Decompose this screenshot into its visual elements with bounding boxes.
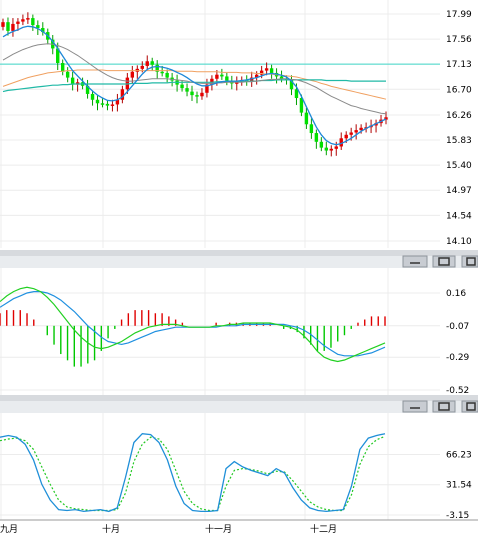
macd-dea-line [0, 291, 386, 357]
candle-body [324, 147, 329, 151]
candle-body [150, 61, 154, 65]
candle-body [304, 112, 309, 125]
candle-body [26, 18, 30, 20]
price-panel [0, 12, 440, 157]
candle-body [21, 19, 25, 22]
y-tick-label: 17.56 [446, 35, 472, 45]
candle-body [319, 141, 324, 148]
y-tick-label: 16.26 [446, 111, 472, 121]
candle-body [314, 133, 319, 142]
candle-body [215, 74, 219, 79]
candle-body [220, 74, 224, 77]
x-axis-labels: 九月 十月 十一月 十二月 [0, 523, 337, 535]
y-tick-label: 14.54 [446, 211, 472, 221]
candle-body [160, 71, 164, 74]
kdj-d-line [0, 435, 386, 512]
ma-mid-line [2, 43, 387, 115]
y-tick-label: 17.99 [446, 10, 472, 20]
candle-body [6, 22, 10, 31]
candle-body [95, 99, 100, 104]
y-tick-label: 15.83 [446, 136, 472, 146]
candle-body [11, 23, 15, 31]
candle-body [344, 134, 348, 139]
x-tick-label: 十一月 [205, 523, 232, 535]
candle-body [105, 103, 110, 106]
y-tick-label: 16.70 [446, 85, 472, 95]
candle-body [334, 146, 338, 149]
kdj-toolbar-restore-button[interactable] [432, 400, 456, 413]
candle-body [225, 76, 229, 81]
candle-body [140, 65, 144, 69]
macd-toolbar-restore-button[interactable] [432, 255, 456, 268]
candle-body [100, 103, 105, 105]
candle-body [329, 148, 333, 151]
candle-body [1, 22, 5, 27]
macd-y-axis: 0.16 -0.07 -0.29 -0.52 [446, 289, 470, 396]
candle-body [165, 72, 169, 78]
kdj-toolbar-close-button[interactable] [461, 400, 478, 413]
y-tick-label: -0.52 [446, 386, 469, 396]
y-tick-label: 14.97 [446, 186, 472, 196]
candle-body [200, 92, 204, 97]
candle-body [90, 93, 95, 100]
macd-grid [0, 268, 440, 395]
chart-canvas: 17.99 17.56 17.13 16.70 16.26 15.83 15.40 14.97… [0, 0, 478, 535]
y-tick-label: 0.16 [446, 289, 466, 299]
macd-panel-separator [0, 395, 478, 401]
kdj-y-axis: 66.2331.54-3.15 [446, 450, 472, 521]
candle-body [31, 18, 35, 26]
candle-body [180, 84, 184, 89]
kdj-panel [0, 433, 386, 513]
candle-body [16, 21, 20, 24]
candle-body [145, 61, 149, 66]
candle-body [354, 130, 358, 133]
x-tick-label: 十月 [102, 523, 120, 535]
x-tick-label: 十二月 [310, 523, 337, 535]
candle-body [190, 91, 194, 96]
macd-toolbar-minimize-button[interactable] [402, 255, 428, 268]
kdj-k-line [0, 433, 386, 513]
candle-body [269, 68, 274, 73]
x-tick-label: 九月 [0, 524, 18, 535]
candle-body [65, 71, 70, 78]
candle-body [195, 95, 199, 97]
y-tick-label: 14.10 [446, 237, 472, 247]
stock-chart-window: 17.99 17.56 17.13 16.70 16.26 15.83 15.40 14.97… [0, 0, 478, 537]
candle-body [60, 63, 65, 72]
macd-panel [0, 286, 386, 367]
candle-body [185, 88, 189, 92]
y-tick-label: 15.40 [446, 161, 472, 171]
candle-body [359, 127, 363, 131]
candle-body [264, 68, 269, 71]
y-tick-label: 66.23 [446, 450, 472, 460]
candle-body [110, 104, 115, 106]
y-tick-label: 31.54 [446, 481, 472, 491]
candle-body [294, 89, 299, 99]
price-panel-separator [0, 250, 478, 256]
y-tick-label: 17.13 [446, 60, 472, 70]
candle-body [349, 132, 353, 135]
macd-toolbar-close-button[interactable] [461, 255, 478, 268]
candle-body [309, 124, 314, 134]
kdj-toolbar-minimize-button[interactable] [402, 400, 428, 413]
y-tick-label: -0.29 [446, 353, 470, 363]
price-y-axis: 17.99 17.56 17.13 16.70 16.26 15.83 15.40 14.97… [446, 10, 472, 247]
candle-body [130, 71, 135, 78]
y-tick-label: -0.07 [446, 322, 469, 332]
